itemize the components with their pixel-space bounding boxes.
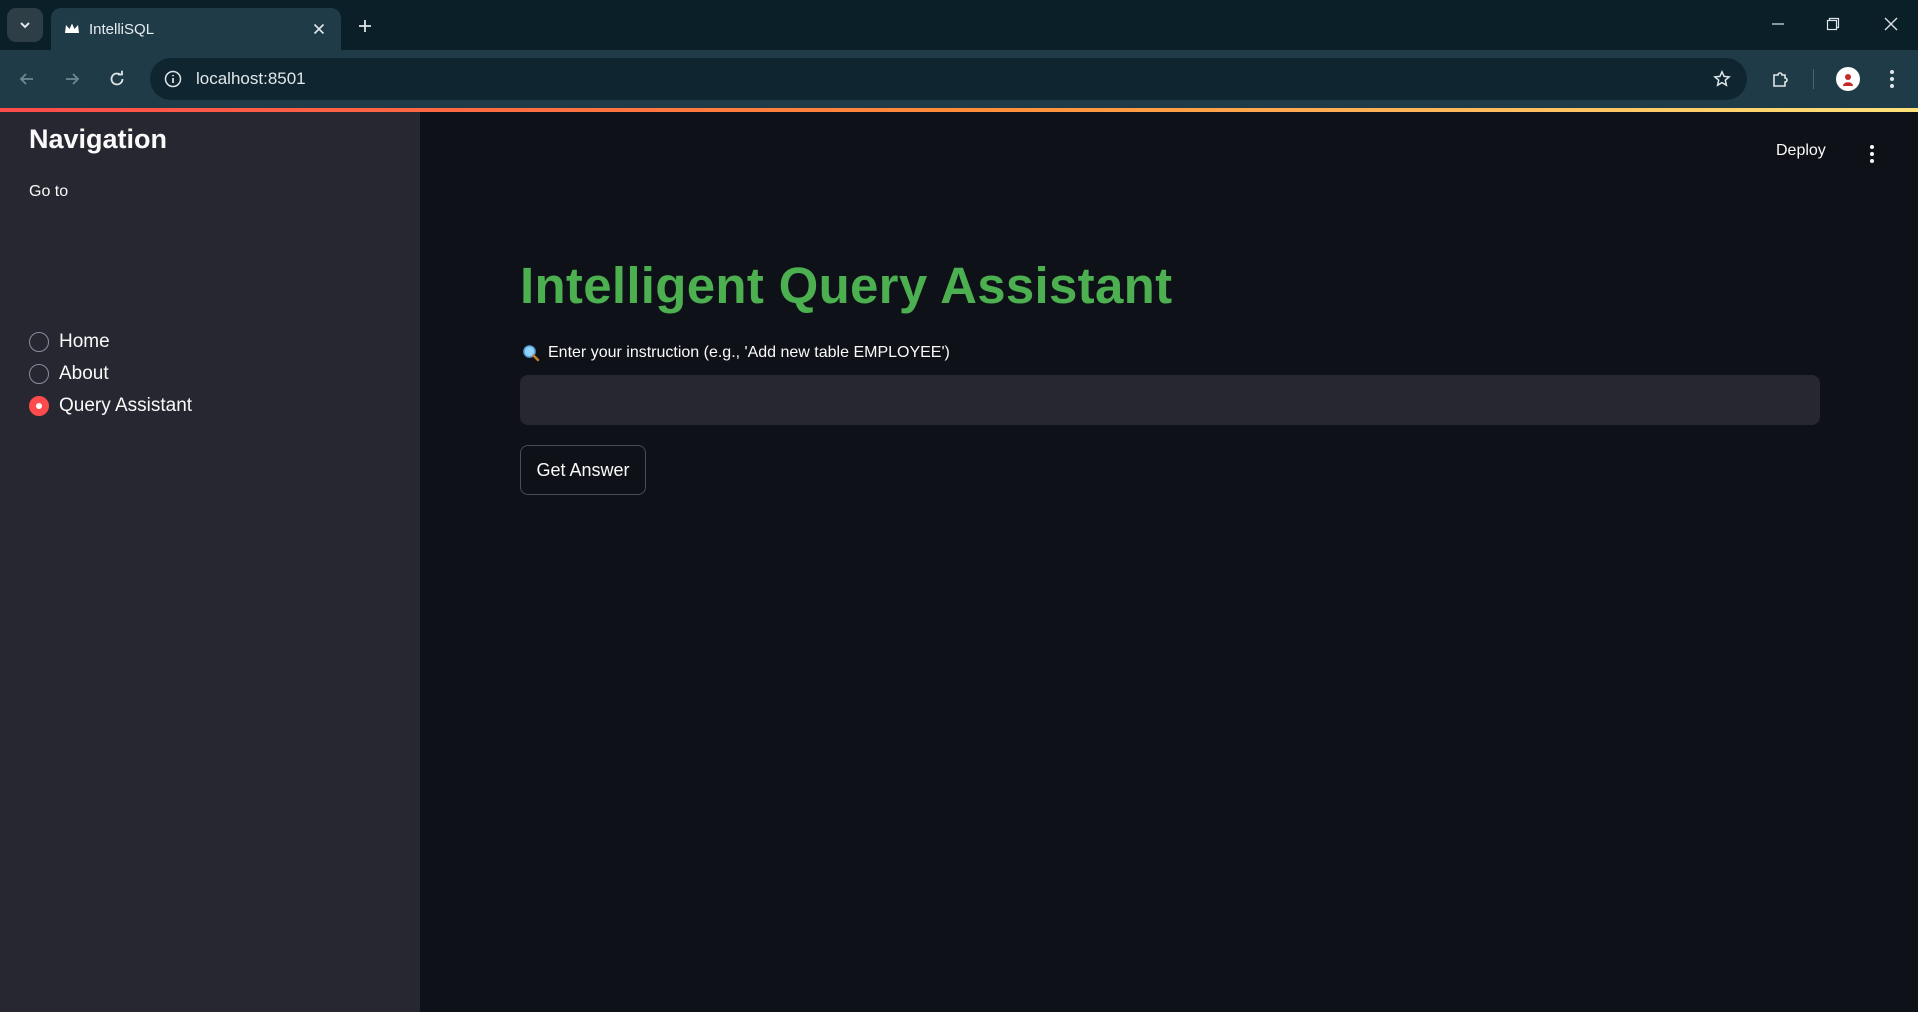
input-label-text: Enter your instruction (e.g., 'Add new t… bbox=[548, 344, 950, 361]
restore-button[interactable] bbox=[1818, 10, 1848, 38]
get-answer-button[interactable]: Get Answer bbox=[520, 445, 646, 495]
avatar bbox=[1836, 67, 1860, 91]
arrow-left-icon bbox=[19, 73, 33, 85]
close-icon bbox=[1884, 17, 1898, 31]
browser-menu-button[interactable] bbox=[1876, 63, 1908, 95]
site-info-icon[interactable] bbox=[162, 68, 184, 90]
url-text: localhost:8501 bbox=[196, 69, 306, 88]
more-vert-icon bbox=[1890, 70, 1894, 88]
browser-toolbar: localhost:8501 bbox=[0, 50, 1918, 108]
main-content bbox=[420, 112, 1918, 1012]
radio-option-query-assistant[interactable]: Query Assistant bbox=[29, 393, 192, 419]
extensions-button[interactable] bbox=[1765, 63, 1797, 95]
radio-option-label: Query Assistant bbox=[59, 395, 193, 416]
browser-tab-active[interactable]: IntelliSQL bbox=[51, 8, 341, 50]
more-vert-icon bbox=[1870, 145, 1874, 163]
radio-option-home[interactable]: Home bbox=[29, 329, 110, 355]
app-menu-button[interactable] bbox=[1862, 142, 1882, 166]
deploy-button[interactable]: Deploy bbox=[1776, 142, 1826, 160]
minimize-icon bbox=[1772, 23, 1784, 25]
chevron-down-icon bbox=[20, 22, 30, 29]
arrow-right-icon bbox=[66, 73, 80, 85]
radio-option-label: Home bbox=[59, 331, 110, 352]
address-bar[interactable]: localhost:8501 bbox=[150, 58, 1747, 100]
radio-option-label: About bbox=[59, 363, 109, 384]
back-button[interactable] bbox=[12, 64, 42, 94]
forward-button[interactable] bbox=[57, 64, 87, 94]
plus-icon bbox=[359, 20, 371, 32]
restore-icon bbox=[1826, 17, 1840, 31]
radio-button[interactable] bbox=[29, 364, 49, 384]
magnifying-glass-icon bbox=[522, 344, 540, 362]
radio-group-label: Go to bbox=[29, 183, 69, 200]
radio-button-selected[interactable] bbox=[29, 396, 49, 416]
window-close-button[interactable] bbox=[1876, 10, 1906, 38]
input-label: Enter your instruction (e.g., 'Add new t… bbox=[522, 344, 950, 362]
instruction-input[interactable] bbox=[520, 375, 1820, 425]
streamlit-crown-icon bbox=[65, 23, 79, 33]
profile-button[interactable] bbox=[1832, 63, 1864, 95]
bookmark-star-icon[interactable] bbox=[1711, 68, 1733, 90]
sidebar-heading: Navigation bbox=[29, 124, 168, 154]
new-tab-button[interactable] bbox=[352, 13, 378, 39]
page-title: Intelligent Query Assistant bbox=[520, 257, 1173, 314]
tab-close-button[interactable] bbox=[309, 19, 329, 39]
close-icon bbox=[313, 23, 325, 35]
browser-tabstrip: IntelliSQL bbox=[0, 0, 1918, 50]
reload-icon bbox=[110, 70, 124, 86]
tab-search-button[interactable] bbox=[7, 8, 43, 42]
radio-button[interactable] bbox=[29, 332, 49, 352]
toolbar-divider bbox=[1813, 69, 1814, 89]
radio-option-about[interactable]: About bbox=[29, 361, 109, 387]
reload-button[interactable] bbox=[102, 64, 132, 94]
minimize-button[interactable] bbox=[1763, 10, 1793, 38]
puzzle-icon bbox=[1773, 72, 1788, 87]
sidebar bbox=[0, 112, 420, 1012]
tab-title: IntelliSQL bbox=[89, 21, 155, 38]
